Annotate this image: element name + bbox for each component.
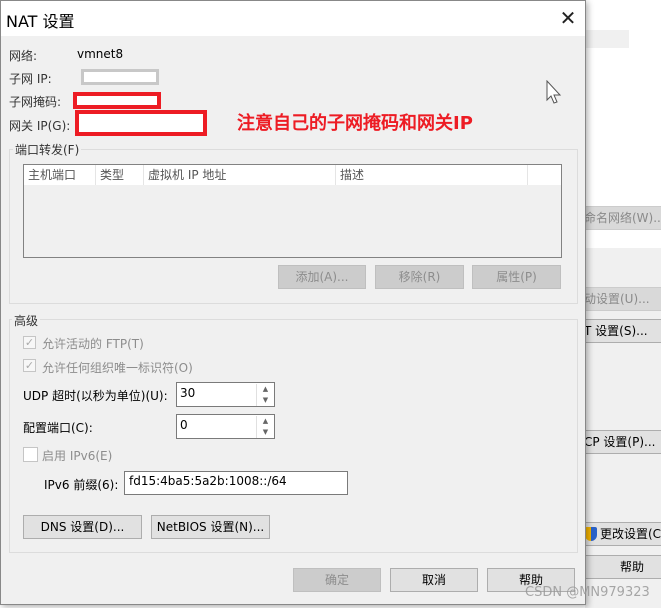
config-port-label: 配置端口(C): (23, 421, 93, 435)
shield-icon (585, 527, 597, 541)
allow-oui-label: 允许任何组织唯一标识符(O) (42, 361, 193, 375)
dialog-title: NAT 设置 (6, 12, 75, 31)
remove-button[interactable]: 移除(R) (375, 265, 464, 289)
allow-oui-checkbox[interactable]: ✓ (23, 359, 36, 372)
annotation-text: 注意自己的子网掩码和网关IP (237, 113, 473, 134)
title-bar: NAT 设置 ✕ (1, 1, 585, 36)
subnet-mask-field[interactable] (73, 92, 161, 109)
gateway-label: 网关 IP(G): (9, 119, 71, 133)
add-button[interactable]: 添加(A)... (278, 265, 366, 289)
config-port-spinner[interactable]: 0 ▲ ▼ (176, 414, 275, 439)
enable-ipv6-label: 启用 IPv6(E) (42, 449, 113, 463)
ipv6-prefix-label: IPv6 前缀(6): (44, 478, 119, 492)
allow-ftp-checkbox[interactable]: ✓ (23, 336, 36, 349)
network-value: vmnet8 (77, 47, 124, 61)
bg-nat-settings-button[interactable]: T 设置(S)... (581, 319, 661, 343)
ok-button[interactable]: 确定 (293, 568, 381, 592)
subnet-ip-label: 子网 IP: (9, 72, 52, 86)
watermark: CSDN @MN979323 (525, 585, 650, 600)
udp-timeout-label: UDP 超时(以秒为单位)(U): (23, 389, 168, 403)
spin-down-icon[interactable]: ▼ (256, 395, 274, 406)
allow-ftp-label: 允许活动的 FTP(T) (42, 337, 144, 351)
spin-up-icon[interactable]: ▲ (256, 416, 274, 427)
close-icon[interactable]: ✕ (557, 5, 579, 31)
advanced-title: 高级 (12, 312, 41, 329)
nat-settings-dialog: NAT 设置 ✕ 网络: vmnet8 子网 IP: 子网掩码: 网关 IP(G… (0, 0, 586, 605)
bg-help-button[interactable]: 帮助 (581, 555, 661, 579)
bg-auto-settings-button[interactable]: 动设置(U)... (581, 287, 661, 311)
gateway-ip-field[interactable] (75, 110, 207, 136)
netbios-settings-button[interactable]: NetBIOS 设置(N)... (151, 515, 270, 539)
background-list-row (585, 30, 629, 48)
properties-button[interactable]: 属性(P) (472, 265, 561, 289)
udp-timeout-value: 30 (180, 386, 196, 400)
port-forwarding-table[interactable]: 主机端口 类型 虚拟机 IP 地址 描述 (23, 164, 562, 258)
config-port-value: 0 (180, 418, 188, 432)
table-header: 主机端口 类型 虚拟机 IP 地址 描述 (24, 165, 561, 185)
subnet-ip-field[interactable] (81, 69, 159, 85)
spin-up-icon[interactable]: ▲ (256, 384, 274, 395)
column-description[interactable]: 描述 (336, 165, 528, 185)
cancel-button[interactable]: 取消 (390, 568, 478, 592)
bg-dhcp-settings-button[interactable]: CP 设置(P)... (581, 430, 661, 454)
change-settings-label: 更改设置(C) (600, 527, 661, 541)
enable-ipv6-checkbox[interactable] (23, 447, 38, 462)
mouse-pointer-icon (546, 80, 562, 104)
ipv6-prefix-input[interactable]: fd15:4ba5:5a2b:1008::/64 (124, 471, 348, 495)
network-label: 网络: (9, 49, 38, 63)
udp-timeout-spinner[interactable]: 30 ▲ ▼ (176, 382, 275, 407)
spin-down-icon[interactable]: ▼ (256, 427, 274, 438)
dns-settings-button[interactable]: DNS 设置(D)... (23, 515, 142, 539)
column-host-port[interactable]: 主机端口 (24, 165, 96, 185)
column-type[interactable]: 类型 (96, 165, 144, 185)
bg-change-settings-button[interactable]: 更改设置(C) (581, 522, 661, 546)
port-forwarding-title: 端口转发(F) (13, 141, 82, 158)
column-vm-ip[interactable]: 虚拟机 IP 地址 (144, 165, 336, 185)
subnet-mask-label: 子网掩码: (9, 95, 62, 109)
bg-rename-network-button[interactable]: 命名网络(W)... (581, 206, 661, 230)
